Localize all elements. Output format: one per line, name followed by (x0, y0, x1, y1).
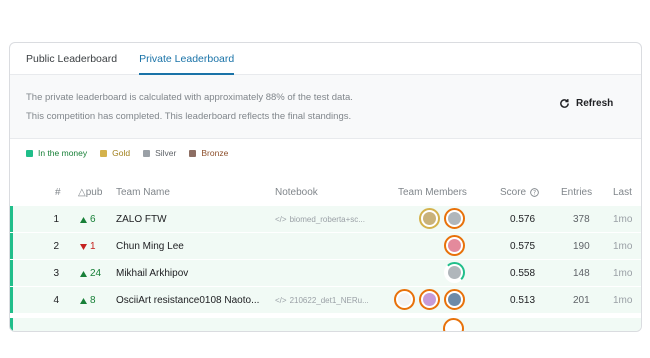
legend-swatch-gold (100, 149, 108, 157)
legend-swatch-bronze (189, 149, 197, 157)
row-rank: 4 (53, 295, 59, 306)
refresh-label: Refresh (576, 98, 614, 109)
team-members (390, 289, 465, 310)
legend-label: In the money (38, 148, 88, 158)
rank-change-value: 8 (90, 295, 96, 306)
legend-bronze: Bronze (189, 148, 228, 158)
rank-change: 8 (80, 295, 96, 306)
notebook-name: 210622_det1_NERu... (289, 296, 369, 305)
notebook-link[interactable]: </> 210622_det1_NERu... (275, 296, 375, 305)
avatar[interactable] (394, 289, 415, 310)
legend-silver: Silver (143, 148, 176, 158)
code-icon: </> (275, 296, 287, 305)
code-icon: </> (275, 215, 287, 224)
entries: 201 (573, 295, 590, 306)
refresh-icon (560, 99, 569, 108)
rank-change: 24 (80, 268, 101, 279)
col-score-label: Score (500, 187, 527, 198)
legend-gold: Gold (100, 148, 130, 158)
avatar[interactable] (444, 262, 465, 283)
rank-change: 6 (80, 214, 96, 225)
rank-change-value: 1 (90, 241, 96, 252)
team-name[interactable]: Chun Ming Lee (116, 241, 266, 252)
score: 0.513 (510, 295, 536, 306)
leaderboard-info-box: The private leaderboard is calculated wi… (10, 75, 641, 139)
last-submission: 1mo (613, 268, 633, 279)
avatar[interactable] (443, 318, 464, 331)
arrow-up-icon (80, 270, 87, 277)
legend-label: Bronze (201, 148, 229, 158)
row-rank: 2 (53, 241, 59, 252)
arrow-up-icon (80, 216, 87, 223)
avatar[interactable] (419, 208, 440, 229)
avatar[interactable] (444, 235, 465, 256)
team-name[interactable]: ZALO FTW (116, 214, 266, 225)
leaderboard-panel: Public Leaderboard Private Leaderboard T… (9, 42, 642, 332)
last-submission: 1mo (613, 214, 633, 225)
col-entries[interactable]: Entries (561, 187, 592, 198)
avatar-image (448, 239, 461, 252)
help-icon[interactable]: ? (530, 188, 539, 197)
last-submission: 1mo (613, 295, 633, 306)
col-delta-pub[interactable]: △pub (78, 187, 102, 198)
score: 0.576 (510, 214, 536, 225)
avatar-image (423, 293, 436, 306)
team-name[interactable]: Mikhail Arkhipov (116, 268, 266, 279)
last-submission: 1mo (613, 241, 633, 252)
table-row-partial (10, 318, 641, 331)
medal-legend: In the money Gold Silver Bronze (10, 139, 641, 167)
avatar-image (448, 266, 461, 279)
table-row[interactable]: 4 8 OsciiArt resistance0108 Naoto... </>… (10, 286, 641, 313)
entries: 378 (573, 214, 590, 225)
avatar-image (423, 212, 436, 225)
col-rank[interactable]: # (55, 187, 61, 198)
avatar[interactable] (444, 208, 465, 229)
tab-public-leaderboard[interactable]: Public Leaderboard (26, 43, 117, 74)
avatar-image (448, 212, 461, 225)
refresh-button[interactable]: Refresh (559, 98, 613, 109)
arrow-up-icon (80, 297, 87, 304)
legend-swatch-money (26, 149, 33, 157)
info-text-test-data: The private leaderboard is calculated wi… (26, 92, 353, 103)
legend-label: Silver (155, 148, 177, 158)
team-members (440, 235, 465, 256)
legend-swatch-silver (143, 149, 151, 157)
svg-text:?: ? (533, 191, 536, 197)
entries: 148 (573, 268, 590, 279)
rank-change: 1 (80, 241, 96, 252)
tab-private-leaderboard[interactable]: Private Leaderboard (139, 43, 235, 75)
avatar-image (448, 293, 461, 306)
arrow-down-icon (80, 243, 87, 250)
rank-change-value: 6 (90, 214, 96, 225)
leaderboard-tabs: Public Leaderboard Private Leaderboard (10, 43, 641, 75)
avatar-image (398, 293, 411, 306)
row-rank: 3 (53, 268, 59, 279)
notebook-name: biomed_roberta+sc... (289, 215, 365, 224)
rank-change-value: 24 (90, 268, 102, 279)
team-members (415, 208, 465, 229)
table-header: # △pub Team Name Notebook Team Members S… (10, 179, 641, 205)
info-text-completed: This competition has completed. This lea… (26, 111, 352, 122)
team-members (440, 262, 465, 283)
legend-in-the-money: In the money (26, 148, 87, 158)
avatar[interactable] (444, 289, 465, 310)
entries: 190 (573, 241, 590, 252)
table-row[interactable]: 1 6 ZALO FTW </> biomed_roberta+sc... 0.5… (10, 205, 641, 232)
table-row[interactable]: 2 1 Chun Ming Lee 0.575 190 1mo (10, 232, 641, 259)
team-name[interactable]: OsciiArt resistance0108 Naoto... (116, 295, 266, 306)
score: 0.575 (510, 241, 536, 252)
score: 0.558 (510, 268, 536, 279)
col-notebook[interactable]: Notebook (275, 187, 318, 198)
col-team-name[interactable]: Team Name (116, 187, 170, 198)
row-rank: 1 (53, 214, 59, 225)
table-row[interactable]: 3 24 Mikhail Arkhipov 0.558 148 1mo (10, 259, 641, 286)
legend-label: Gold (112, 148, 131, 158)
col-score[interactable]: Score ? (500, 187, 539, 198)
notebook-link[interactable]: </> biomed_roberta+sc... (275, 215, 375, 224)
col-last[interactable]: Last (613, 187, 632, 198)
col-team-members[interactable]: Team Members (398, 187, 467, 198)
avatar[interactable] (419, 289, 440, 310)
